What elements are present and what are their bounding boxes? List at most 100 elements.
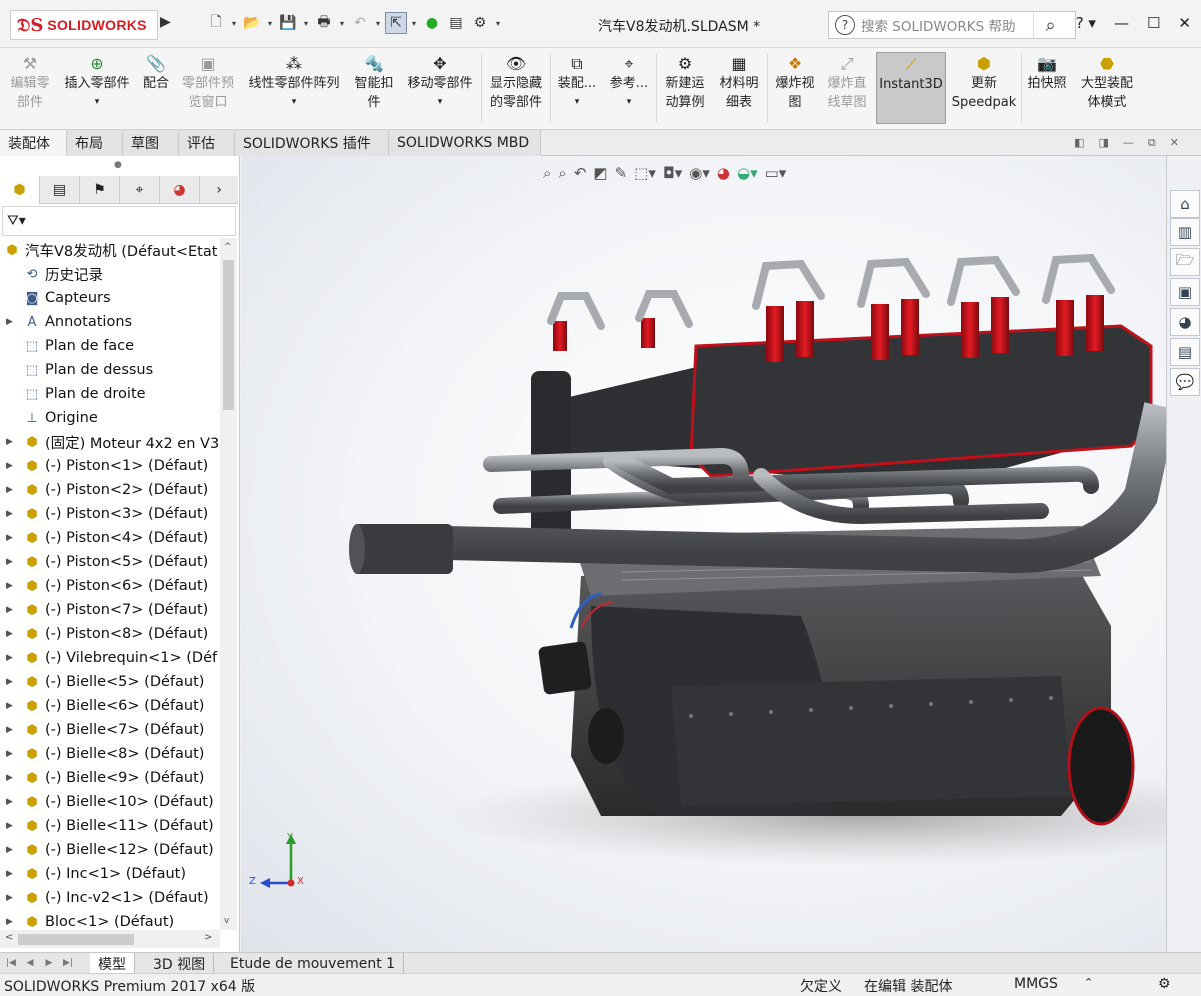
scroll-right-icon[interactable]: > bbox=[204, 932, 212, 943]
last-tab-icon[interactable]: ▶| bbox=[59, 955, 77, 971]
tree-item[interactable]: ▶ ⬢ (-) Piston<4> (Défaut) bbox=[0, 526, 208, 550]
expand-arrow-icon[interactable]: ▶ bbox=[6, 461, 16, 471]
tree-item[interactable]: ▶ ⬢ (-) Piston<3> (Défaut) bbox=[0, 502, 208, 526]
expand-arrow-icon[interactable]: ▶ bbox=[6, 917, 16, 927]
new-dropdown-icon[interactable]: ▾ bbox=[229, 12, 239, 34]
search-input[interactable]: 搜索 SOLIDWORKS 帮助 bbox=[861, 15, 1033, 35]
forum-icon[interactable]: 💬 bbox=[1170, 368, 1200, 396]
tree-item[interactable]: ▶ ⬢ (-) Bielle<5> (Défaut) bbox=[0, 670, 204, 694]
expand-arrow-icon[interactable]: ▶ bbox=[6, 869, 16, 879]
panel-tabs-more-icon[interactable]: › bbox=[200, 176, 238, 204]
expand-arrow-icon[interactable]: ▶ bbox=[6, 821, 16, 831]
tree-item[interactable]: ⬚ Plan de droite bbox=[0, 382, 146, 406]
first-tab-icon[interactable]: |◀ bbox=[2, 955, 20, 971]
prev-tab-icon[interactable]: ◀ bbox=[21, 955, 39, 971]
expand-arrow-icon[interactable]: ▶ bbox=[6, 533, 16, 543]
expand-arrow-icon[interactable]: ▶ bbox=[6, 677, 16, 687]
custom-properties-icon[interactable]: ▤ bbox=[1170, 338, 1200, 366]
view-palette-icon[interactable]: ▣ bbox=[1170, 278, 1200, 306]
options-gear-icon[interactable]: ⚙ bbox=[469, 12, 491, 34]
doc-restore-icon[interactable]: ⧉ bbox=[1148, 136, 1156, 150]
engine-model[interactable] bbox=[241, 156, 1166, 952]
tree-vertical-scrollbar[interactable]: ^ v bbox=[220, 238, 237, 930]
tab-evaluate[interactable]: 评估 bbox=[179, 130, 235, 156]
bill-of-materials-button[interactable]: ▦ 材料明 细表 bbox=[714, 52, 764, 124]
expand-arrow-icon[interactable]: ▶ bbox=[6, 653, 16, 663]
tree-item[interactable]: ▶ ⬢ (-) Piston<5> (Défaut) bbox=[0, 550, 208, 574]
mate-button[interactable]: 📎 配合 bbox=[138, 52, 174, 124]
scroll-down-icon[interactable]: v bbox=[224, 916, 229, 926]
show-hidden-components-button[interactable]: 👁 显示隐藏 的零部件 bbox=[485, 52, 547, 124]
insert-component-dropdown-icon[interactable]: ▾ bbox=[95, 93, 100, 112]
new-document-icon[interactable]: 🗋 bbox=[205, 12, 227, 34]
tree-item[interactable]: ▶ ⬢ (-) Bielle<8> (Défaut) bbox=[0, 742, 204, 766]
help-question-icon[interactable]: ? bbox=[835, 15, 855, 35]
menu-expand-arrow[interactable]: ▶ bbox=[160, 14, 171, 30]
next-view-icon[interactable]: ◨ bbox=[1099, 136, 1109, 150]
expand-arrow-icon[interactable]: ▶ bbox=[6, 581, 16, 591]
assembly-features-dropdown-icon[interactable]: ▾ bbox=[575, 93, 580, 112]
unit-system-dropdown-icon[interactable]: ⌃ bbox=[1084, 976, 1093, 989]
tree-item[interactable]: ⊥ Origine bbox=[0, 406, 97, 430]
design-library-icon[interactable]: ▥ bbox=[1170, 218, 1200, 246]
tree-item[interactable]: ▶ ⬢ (-) Piston<8> (Défaut) bbox=[0, 622, 208, 646]
tree-item[interactable]: ◙ Capteurs bbox=[0, 286, 111, 310]
doc-minimize-icon[interactable]: — bbox=[1123, 136, 1134, 150]
reference-geometry-button[interactable]: ⌖ 参考... ▾ bbox=[606, 52, 652, 124]
display-manager-tab-icon[interactable]: ◕ bbox=[160, 176, 200, 204]
tree-filter-field[interactable]: ⛛▾ bbox=[2, 206, 236, 236]
scroll-left-icon[interactable]: < bbox=[5, 932, 13, 943]
tree-item[interactable]: ▶ ⬢ (-) Bielle<6> (Défaut) bbox=[0, 694, 204, 718]
tree-item[interactable]: ⬚ Plan de dessus bbox=[0, 358, 153, 382]
expand-arrow-icon[interactable]: ▶ bbox=[6, 893, 16, 903]
options-dropdown-icon[interactable]: ▾ bbox=[493, 12, 503, 34]
tab-model[interactable]: 模型 bbox=[90, 953, 135, 974]
select-pointer-icon[interactable]: ⇱ bbox=[385, 12, 407, 34]
linear-pattern-button[interactable]: ⁂ 线性零部件阵列 ▾ bbox=[243, 52, 345, 124]
tab-solidworks-addins[interactable]: SOLIDWORKS 插件 bbox=[235, 130, 389, 156]
expand-arrow-icon[interactable]: ▶ bbox=[6, 845, 16, 855]
expand-arrow-icon[interactable]: ▶ bbox=[6, 437, 16, 447]
move-component-button[interactable]: ✥ 移动零部件 ▾ bbox=[402, 52, 478, 124]
assembly-features-button[interactable]: ⧉ 装配... ▾ bbox=[554, 52, 600, 124]
help-menu-icon[interactable]: ? ▾ bbox=[1076, 14, 1096, 32]
tree-item[interactable]: ▶ ⬢ (固定) Moteur 4x2 en V3 bbox=[0, 430, 219, 454]
print-icon[interactable]: 🖶 bbox=[313, 12, 335, 34]
dimxpert-tab-icon[interactable]: ⌖ bbox=[120, 176, 160, 204]
expand-arrow-icon[interactable]: ▶ bbox=[6, 629, 16, 639]
large-assembly-mode-button[interactable]: ⬣ 大型装配 体模式 bbox=[1074, 52, 1140, 124]
scroll-up-icon[interactable]: ^ bbox=[224, 242, 232, 252]
tree-vertical-scroll-thumb[interactable] bbox=[223, 260, 234, 410]
take-snapshot-button[interactable]: 📷 拍快照 bbox=[1024, 52, 1070, 124]
tab-motion-study[interactable]: Etude de mouvement 1 bbox=[222, 953, 405, 974]
tab-3d-views[interactable]: 3D 视图 bbox=[145, 953, 215, 974]
rebuild-traffic-light-icon[interactable]: ● bbox=[421, 12, 443, 34]
select-dropdown-icon[interactable]: ▾ bbox=[409, 12, 419, 34]
expand-arrow-icon[interactable]: ▶ bbox=[6, 749, 16, 759]
exploded-view-button[interactable]: ❖ 爆炸视 图 bbox=[771, 52, 819, 124]
tree-item[interactable]: ▶ ⬢ (-) Piston<7> (Défaut) bbox=[0, 598, 208, 622]
save-icon[interactable]: 💾 bbox=[277, 12, 299, 34]
doc-close-icon[interactable]: ✕ bbox=[1170, 136, 1179, 150]
instant3d-button[interactable]: ⟋ Instant3D bbox=[876, 52, 946, 124]
insert-component-button[interactable]: ⊕ 插入零部件 ▾ bbox=[58, 52, 136, 124]
graphics-viewport[interactable]: ⌕ ⌕ ↶ ◩ ✎ ⬚▾ ◘▾ ◉▾ ◕ ◒▾ ▭▾ Y Z X bbox=[241, 156, 1166, 952]
explode-line-sketch-button[interactable]: ⤢ 爆炸直 线草图 bbox=[822, 52, 872, 124]
expand-arrow-icon[interactable]: ▶ bbox=[6, 605, 16, 615]
print-dropdown-icon[interactable]: ▾ bbox=[337, 12, 347, 34]
expand-arrow-icon[interactable]: ▶ bbox=[6, 701, 16, 711]
expand-arrow-icon[interactable]: ▶ bbox=[6, 797, 16, 807]
tree-item[interactable]: ▶ ⬢ Bloc<1> (Défaut) bbox=[0, 910, 174, 930]
reference-dropdown-icon[interactable]: ▾ bbox=[627, 93, 632, 112]
search-icon[interactable]: ⌕ bbox=[1033, 12, 1067, 38]
expand-arrow-icon[interactable]: ▶ bbox=[6, 773, 16, 783]
tree-item[interactable]: ▶ ⬢ (-) Bielle<9> (Défaut) bbox=[0, 766, 204, 790]
undo-icon[interactable]: ↶ bbox=[349, 12, 371, 34]
tree-item[interactable]: ⬚ Plan de face bbox=[0, 334, 134, 358]
property-manager-tab-icon[interactable]: ▤ bbox=[40, 176, 80, 204]
expand-arrow-icon[interactable]: ▶ bbox=[6, 485, 16, 495]
solidworks-logo[interactable]: 𝔇S SOLIDWORKS bbox=[10, 10, 158, 40]
undo-dropdown-icon[interactable]: ▾ bbox=[373, 12, 383, 34]
open-dropdown-icon[interactable]: ▾ bbox=[265, 12, 275, 34]
tree-item[interactable]: ⟲ 历史记录 bbox=[0, 262, 103, 286]
